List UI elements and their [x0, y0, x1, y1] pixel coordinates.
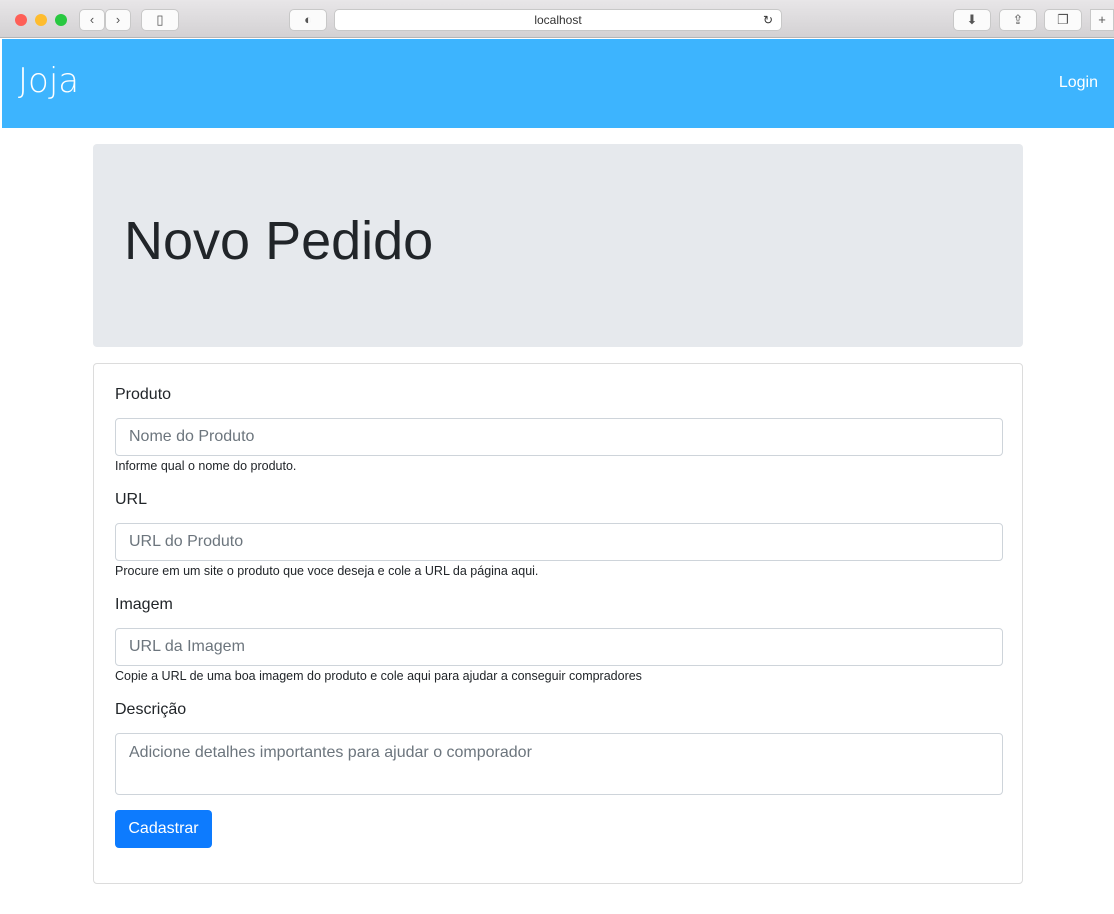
login-link[interactable]: Login — [1059, 74, 1098, 92]
field-url: URL URL do Produto Procure em um site o … — [115, 491, 1003, 578]
product-url-input[interactable]: URL do Produto — [115, 523, 1003, 561]
download-icon[interactable]: ⬇ — [953, 9, 991, 31]
field-label: Descrição — [115, 701, 187, 718]
image-url-input[interactable]: URL da Imagem — [115, 628, 1003, 666]
help-text: Informe qual o nome do produto. — [115, 459, 297, 473]
new-tab-button[interactable]: + — [1090, 9, 1114, 31]
field-imagem: Imagem URL da Imagem Copie a URL de uma … — [115, 596, 1003, 683]
help-text: Copie a URL de uma boa imagem do produto… — [115, 669, 642, 683]
tabs-icon[interactable]: ❐ — [1044, 9, 1082, 31]
field-label: Imagem — [115, 596, 173, 613]
minimize-window-button[interactable] — [35, 14, 47, 26]
page-title: Novo Pedido — [124, 211, 434, 271]
description-textarea[interactable]: Adicione detalhes importantes para ajuda… — [115, 733, 1003, 795]
order-form: Produto Nome do Produto Informe qual o n… — [93, 363, 1023, 884]
forward-button[interactable]: › — [105, 9, 131, 31]
submit-button[interactable]: Cadastrar — [115, 810, 212, 848]
navbar: Joja Login — [2, 39, 1114, 128]
jumbotron: Novo Pedido — [93, 144, 1023, 347]
product-name-input[interactable]: Nome do Produto — [115, 418, 1003, 456]
close-window-button[interactable] — [15, 14, 27, 26]
back-button[interactable]: ‹ — [79, 9, 105, 31]
browser-toolbar: ‹ › ▯ ◐ localhost ↻ ⬇ ⇪ ❐ + — [0, 0, 1114, 38]
url-text: localhost — [534, 13, 582, 27]
brand-logo[interactable]: Joja — [18, 61, 79, 101]
field-label: URL — [115, 491, 148, 508]
sidebar-icon[interactable]: ▯ — [141, 9, 179, 31]
help-text: Procure em um site o produto que voce de… — [115, 564, 539, 578]
field-label: Produto — [115, 386, 172, 403]
zoom-window-button[interactable] — [55, 14, 67, 26]
reload-icon[interactable]: ↻ — [763, 10, 773, 31]
privacy-shield-icon[interactable]: ◐ — [289, 9, 327, 31]
address-bar[interactable]: localhost ↻ — [334, 9, 782, 31]
field-descricao: Descrição Adicione detalhes importantes … — [115, 701, 1003, 795]
share-icon[interactable]: ⇪ — [999, 9, 1037, 31]
field-produto: Produto Nome do Produto Informe qual o n… — [115, 386, 1003, 473]
